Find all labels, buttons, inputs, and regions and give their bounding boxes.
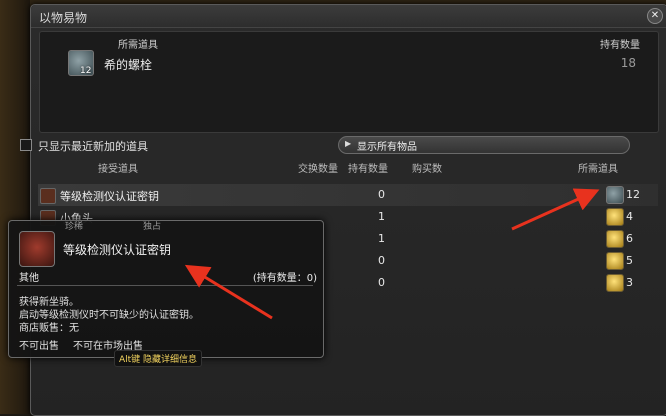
item-have: 0 <box>378 254 385 267</box>
key-icon <box>19 231 55 267</box>
item-have: 1 <box>378 232 385 245</box>
col-receive-item[interactable]: 接受道具 <box>98 160 138 175</box>
required-item-icon-qty: 12 <box>80 66 92 76</box>
tooltip-owned: (持有数量：0) <box>252 273 317 284</box>
tooltip-category: 其他 <box>19 273 39 284</box>
show-all-items-button[interactable]: ▶ 显示所有物品 <box>338 136 630 154</box>
bolt-icon <box>606 186 624 204</box>
item-have: 1 <box>378 210 385 223</box>
tooltip-divider <box>17 285 313 286</box>
tooltip-unsellable: 不可出售 <box>19 341 59 352</box>
play-arrow-icon: ▶ <box>345 139 352 148</box>
window-titlebar[interactable]: 以物易物 ✕ <box>31 5 666 28</box>
key-icon <box>40 188 56 204</box>
tooltip-shop-line: 商店贩售：无 <box>19 323 79 334</box>
item-cost: 3 <box>626 276 633 289</box>
col-cost-item[interactable]: 所需道具 <box>578 160 618 175</box>
recent-filter-checkbox[interactable] <box>20 139 32 151</box>
item-tooltip: 珍稀 独占 等级检测仪认证密钥 其他 (持有数量：0) 获得新坐骑。 启动等级检… <box>8 220 324 358</box>
item-cost: 12 <box>626 188 640 201</box>
alt-hint: Alt键 隐藏详细信息 <box>114 350 203 367</box>
col-have-qty[interactable]: 持有数量 <box>348 160 388 175</box>
required-item-panel: 所需道具 持有数量 12 希的螺栓 18 <box>39 31 659 133</box>
window-title: 以物易物 <box>39 11 88 25</box>
tooltip-item-name: 等级检测仪认证密钥 <box>63 243 172 257</box>
gold-token-icon <box>606 252 624 270</box>
required-item-header: 所需道具 <box>118 40 158 51</box>
item-have: 0 <box>378 188 385 201</box>
show-all-items-label: 显示所有物品 <box>357 142 417 153</box>
list-item[interactable]: 等级检测仪认证密钥 0 12 <box>38 184 658 206</box>
gold-token-icon <box>606 208 624 226</box>
tooltip-tab-unique: 独占 <box>143 222 162 232</box>
owned-qty-header: 持有数量 <box>600 40 640 51</box>
gold-token-icon <box>606 274 624 292</box>
item-cost: 6 <box>626 232 633 245</box>
item-have: 0 <box>378 276 385 289</box>
item-cost: 4 <box>626 210 633 223</box>
item-name: 等级检测仪认证密钥 <box>60 190 159 203</box>
recent-filter-label: 只显示最近新加的道具 <box>38 140 148 153</box>
col-exchange-qty[interactable]: 交换数量 <box>298 160 338 175</box>
required-item-owned: 18 <box>620 56 636 70</box>
col-buy-qty[interactable]: 购买数 <box>412 160 442 175</box>
required-item-name: 希的螺栓 <box>104 58 153 72</box>
item-cost: 5 <box>626 254 633 267</box>
close-icon[interactable]: ✕ <box>647 8 663 24</box>
gold-token-icon <box>606 230 624 248</box>
tooltip-tab-rare: 珍稀 <box>65 222 84 232</box>
